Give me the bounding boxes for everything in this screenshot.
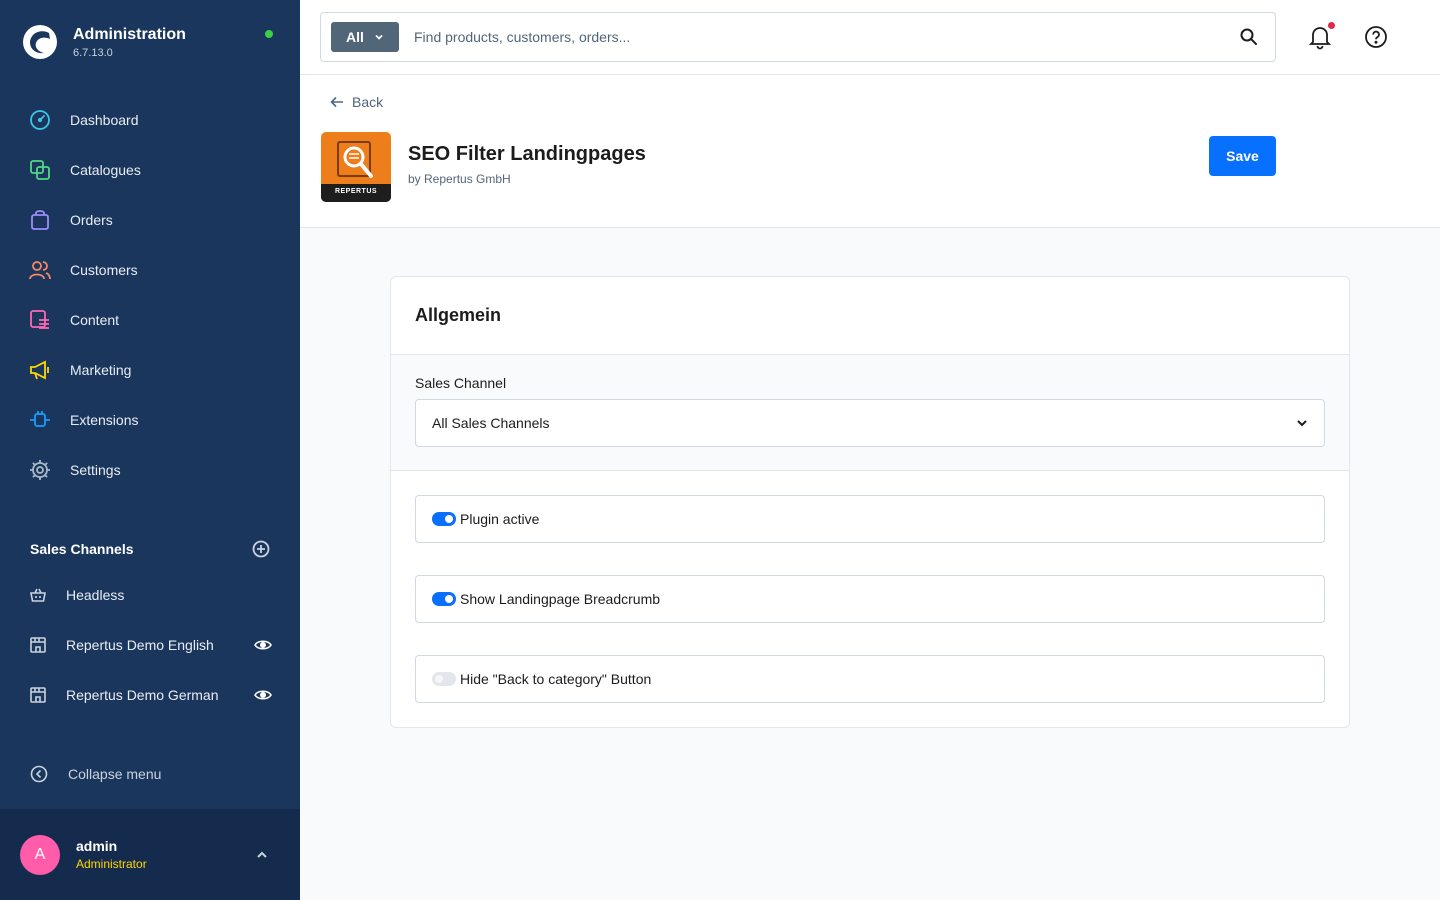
content-icon	[28, 308, 52, 332]
settings-icon	[28, 458, 52, 482]
chevron-up-icon[interactable]	[254, 847, 270, 863]
nav-label: Extensions	[70, 412, 139, 428]
basket-icon	[28, 585, 48, 605]
notification-badge	[1328, 22, 1335, 29]
search-type-dropdown[interactable]: All	[331, 22, 399, 52]
chevron-down-icon	[1297, 420, 1307, 427]
plugin-active-switch[interactable]	[432, 512, 456, 526]
sales-channel-label: Repertus Demo German	[66, 687, 219, 703]
toggle-label: Hide "Back to category" Button	[460, 671, 652, 687]
sales-channel-item[interactable]: Repertus Demo German	[0, 670, 300, 720]
hide-back-button-switch[interactable]	[432, 672, 456, 686]
eye-icon[interactable]	[254, 636, 272, 654]
sales-channel-item[interactable]: Repertus Demo English	[0, 620, 300, 670]
save-button[interactable]: Save	[1209, 136, 1276, 176]
nav-label: Marketing	[70, 362, 132, 378]
toggle-row-hide-back-button: Hide "Back to category" Button	[415, 655, 1325, 703]
chevron-left-circle-icon	[30, 765, 48, 783]
global-search: All	[320, 12, 1276, 62]
nav-item-extensions[interactable]: Extensions	[0, 395, 300, 445]
card-title: Allgemein	[415, 305, 502, 325]
top-bar: All	[300, 0, 1440, 75]
catalogue-icon	[28, 158, 52, 182]
nav-item-orders[interactable]: Orders	[0, 195, 300, 245]
search-icon[interactable]	[1239, 27, 1259, 47]
sales-channel-label: Sales Channel	[415, 375, 507, 391]
settings-card: Allgemein Sales Channel All Sales Channe…	[390, 276, 1350, 728]
sales-channel-section: Sales Channel All Sales Channels	[391, 354, 1349, 471]
breadcrumb-switch[interactable]	[432, 592, 456, 606]
nav-item-customers[interactable]: Customers	[0, 245, 300, 295]
nav-label: Content	[70, 312, 120, 328]
orders-icon	[28, 208, 52, 232]
nav-item-dashboard[interactable]: Dashboard	[0, 95, 300, 145]
page-header: Back REPERTUS SEO Filter Landingpages by…	[300, 75, 1440, 228]
user-name: admin	[76, 838, 118, 854]
user-role: Administrator	[76, 857, 147, 871]
customers-icon	[28, 258, 52, 282]
nav-label: Dashboard	[70, 112, 139, 128]
eye-icon[interactable]	[254, 686, 272, 704]
sales-channel-value: All Sales Channels	[432, 415, 550, 431]
online-status-dot	[265, 30, 273, 38]
add-circle-icon[interactable]	[252, 540, 270, 558]
nav-label: Catalogues	[70, 162, 141, 178]
arrow-left-icon	[330, 96, 343, 108]
plugin-author: by Repertus GmbH	[408, 172, 511, 186]
avatar: A	[20, 834, 60, 875]
nav-item-catalogues[interactable]: Catalogues	[0, 145, 300, 195]
nav-label: Orders	[70, 212, 113, 228]
app-version: 6.7.13.0	[73, 47, 113, 59]
shopware-logo-icon	[23, 25, 57, 59]
nav-item-settings[interactable]: Settings	[0, 445, 300, 495]
toggle-row-breadcrumb: Show Landingpage Breadcrumb	[415, 575, 1325, 623]
nav-item-content[interactable]: Content	[0, 295, 300, 345]
nav-item-marketing[interactable]: Marketing	[0, 345, 300, 395]
plugin-logo: REPERTUS	[321, 132, 391, 202]
sales-channel-select[interactable]: All Sales Channels	[415, 399, 1325, 447]
storefront-icon	[28, 635, 48, 655]
sales-channel-item[interactable]: Headless	[0, 570, 300, 620]
main-nav: Dashboard Catalogues Orders Customers Co…	[0, 95, 300, 495]
sales-channel-list: Headless Repertus Demo English Repertus …	[0, 570, 300, 720]
sales-channel-label: Repertus Demo English	[66, 637, 214, 653]
page-title: SEO Filter Landingpages	[408, 143, 646, 165]
help-icon[interactable]	[1364, 25, 1388, 49]
dashboard-icon	[28, 108, 52, 132]
back-label: Back	[352, 94, 384, 110]
sales-channel-label: Headless	[66, 587, 125, 603]
back-link[interactable]: Back	[330, 94, 383, 110]
toggle-label: Show Landingpage Breadcrumb	[460, 591, 661, 607]
user-bar[interactable]: A admin Administrator	[0, 809, 300, 900]
toggle-row-plugin-active: Plugin active	[415, 495, 1325, 543]
collapse-menu-button[interactable]: Collapse menu	[30, 765, 161, 783]
nav-label: Customers	[70, 262, 138, 278]
chevron-down-icon	[375, 34, 383, 40]
sales-channels-header: Sales Channels	[30, 538, 270, 560]
toggle-label: Plugin active	[460, 511, 540, 527]
sidebar: Administration 6.7.13.0 Dashboard Catalo…	[0, 0, 300, 900]
brand[interactable]: Administration 6.7.13.0	[22, 24, 186, 60]
search-input[interactable]	[414, 29, 1214, 45]
search-type-label: All	[346, 29, 364, 45]
extensions-icon	[28, 408, 52, 432]
storefront-icon	[28, 685, 48, 705]
plugin-logo-text: REPERTUS	[334, 188, 378, 195]
nav-label: Settings	[70, 462, 121, 478]
app-title: Administration	[73, 26, 186, 43]
sales-channels-title: Sales Channels	[30, 541, 134, 557]
marketing-icon	[28, 358, 52, 382]
collapse-menu-label: Collapse menu	[68, 766, 162, 782]
